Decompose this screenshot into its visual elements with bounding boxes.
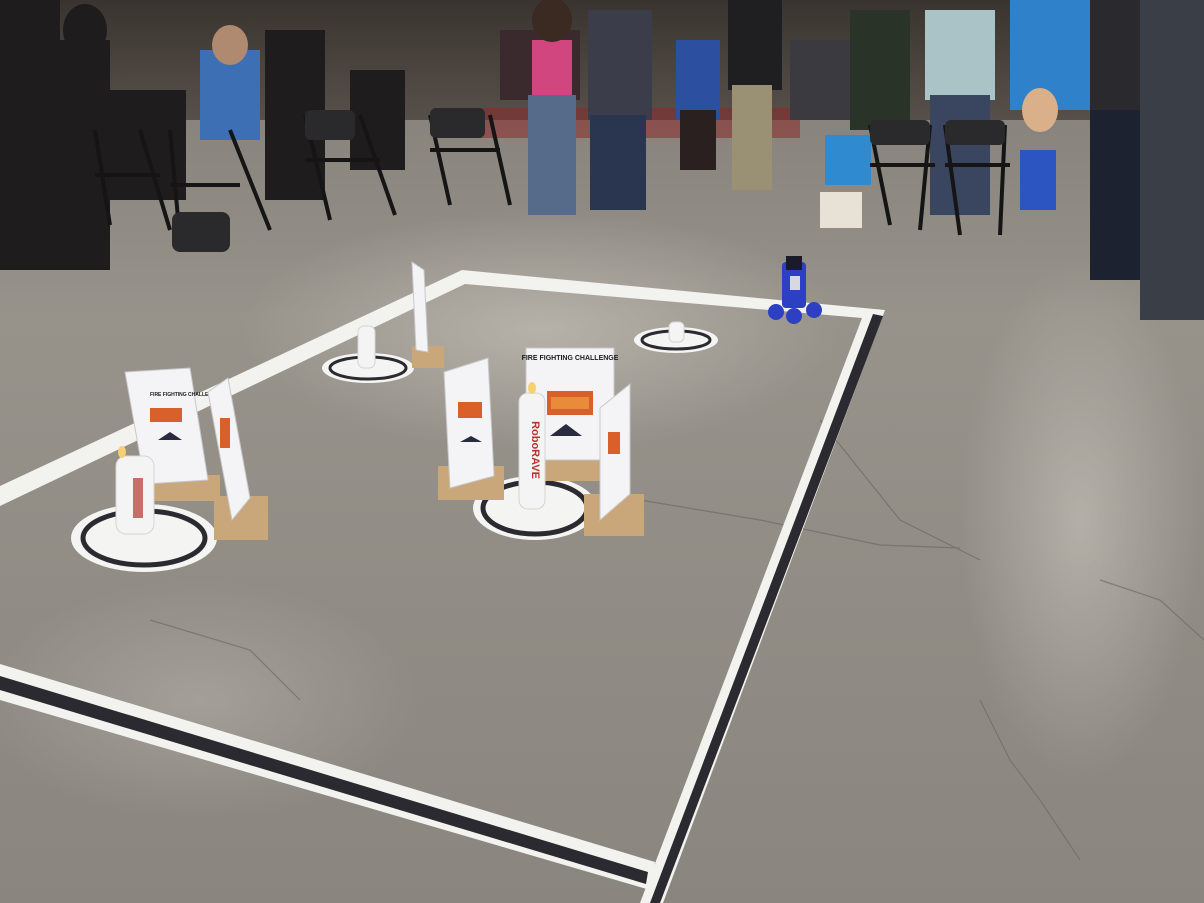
candle — [357, 325, 376, 369]
cardboard-box — [820, 192, 862, 228]
photo-scene: FIRE FIGHTING CHALLENGE FIRE FIGHTING CH… — [0, 0, 1204, 903]
sign-title: FIRE FIGHTING CHALLENGE — [522, 355, 619, 362]
candle: RoboRAVE — [518, 382, 546, 510]
candle — [668, 321, 685, 343]
floor-glare — [960, 260, 1200, 780]
candle — [115, 446, 155, 535]
candle-brand-label: RoboRAVE — [529, 421, 541, 479]
